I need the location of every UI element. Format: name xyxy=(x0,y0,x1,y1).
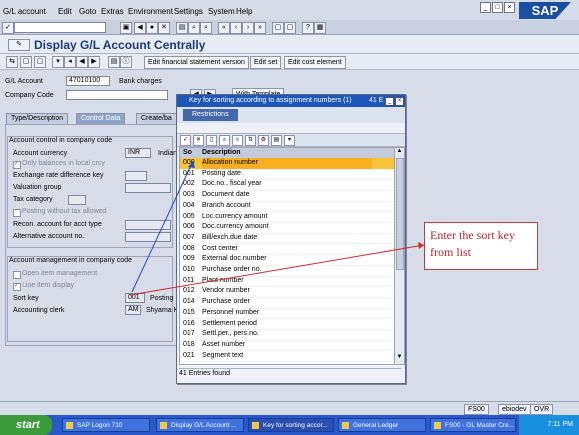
status-mode: OVR xyxy=(530,404,554,415)
system-tray-clock: 7:11 PM xyxy=(519,415,579,435)
blue-arrow-head xyxy=(188,161,195,168)
start-button[interactable]: start xyxy=(0,415,52,435)
status-server: ebiodev xyxy=(498,404,531,415)
task-sap-logon[interactable]: SAP Logon 710 xyxy=(62,418,150,432)
red-arrow-line xyxy=(129,244,425,296)
blue-arrow-line xyxy=(131,160,194,293)
annotation-arrows xyxy=(129,160,425,296)
status-tcode: FS00 xyxy=(464,404,489,415)
red-arrow-head xyxy=(418,242,424,249)
task-general-ledger[interactable]: General Ledger xyxy=(338,418,426,432)
task-fs00[interactable]: FS00 - GL Master Cre... xyxy=(430,418,516,432)
task-display-gl[interactable]: Display G/L Account ... xyxy=(156,418,244,432)
task-key-sorting[interactable]: Key for sorting accor... xyxy=(248,418,334,432)
status-bar: FS00 ebiodev OVR xyxy=(0,401,579,416)
windows-taskbar: start SAP Logon 710 Display G/L Account … xyxy=(0,415,579,435)
